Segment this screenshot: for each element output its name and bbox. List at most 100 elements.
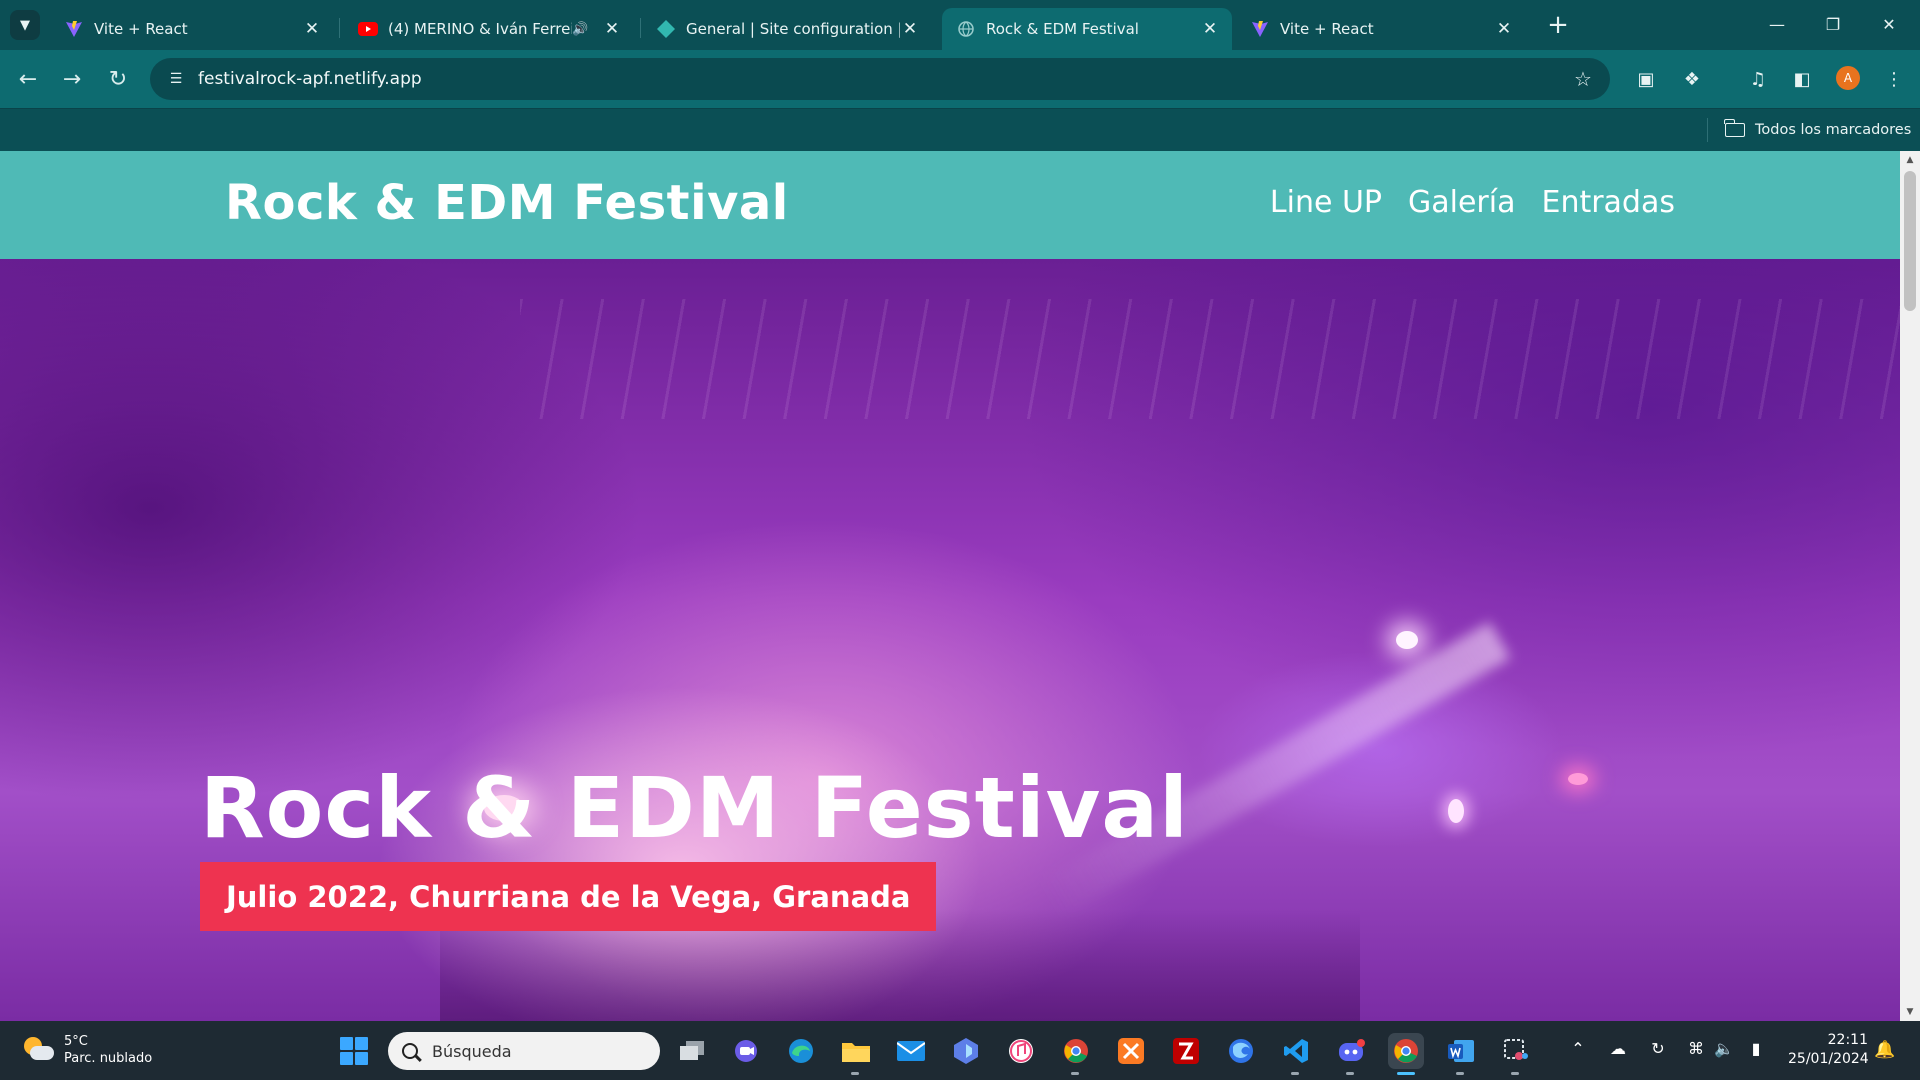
stage-truss xyxy=(520,299,1900,419)
back-button[interactable]: ← xyxy=(12,63,44,95)
running-indicator xyxy=(1291,1072,1299,1075)
extensions-icon[interactable]: ❖ xyxy=(1678,65,1706,93)
show-hidden-icons-chevron-icon[interactable]: ⌃ xyxy=(1566,1039,1590,1058)
firefox-developer-icon[interactable] xyxy=(1223,1033,1259,1069)
address-bar[interactable]: ☰ festivalrock-apf.netlify.app ☆ xyxy=(150,58,1610,100)
vite-icon xyxy=(64,19,84,39)
scroll-up-arrow-icon[interactable]: ▲ xyxy=(1900,151,1920,169)
folder-icon xyxy=(1724,119,1745,137)
file-explorer-icon[interactable] xyxy=(838,1033,874,1069)
partly-cloudy-icon xyxy=(22,1034,54,1066)
running-indicator xyxy=(1511,1072,1519,1075)
xampp-icon[interactable] xyxy=(1113,1033,1149,1069)
system-clock[interactable]: 22:11 25/01/2024 xyxy=(1788,1031,1869,1069)
tab-title: Vite + React xyxy=(1280,20,1374,38)
search-icon xyxy=(402,1043,418,1059)
onedrive-warning-icon[interactable]: ☁ xyxy=(1606,1039,1630,1058)
close-tab-icon[interactable]: ✕ xyxy=(1200,19,1220,39)
mail-icon[interactable] xyxy=(893,1033,929,1069)
close-tab-icon[interactable]: ✕ xyxy=(602,19,622,39)
notifications-bell-icon[interactable]: 🔔 xyxy=(1874,1040,1895,1060)
minimize-button[interactable]: — xyxy=(1754,8,1800,40)
reload-button[interactable]: ↻ xyxy=(102,63,134,95)
forward-button[interactable]: → xyxy=(56,63,88,95)
media-controls-icon[interactable]: ♫ xyxy=(1744,65,1772,93)
tab-youtube[interactable]: (4) MERINO & Iván Ferreiro 🔊 ✕ xyxy=(344,8,634,50)
nav-link-galeria[interactable]: Galería xyxy=(1408,185,1515,220)
taskbar-search[interactable]: Búsqueda xyxy=(388,1032,660,1070)
windows-start-icon[interactable] xyxy=(340,1037,368,1065)
tab-divider xyxy=(640,18,641,38)
clock-date: 25/01/2024 xyxy=(1788,1051,1869,1067)
close-tab-icon[interactable]: ✕ xyxy=(302,19,322,39)
new-tab-button[interactable]: + xyxy=(1543,10,1573,40)
all-bookmarks-button[interactable]: Todos los marcadores xyxy=(1724,115,1912,145)
nav-link-entradas[interactable]: Entradas xyxy=(1541,185,1675,220)
browser-tab-strip: ▼ Vite + React ✕ (4) MERINO & Iván Ferre… xyxy=(0,0,1920,50)
globe-icon xyxy=(956,19,976,39)
taskbar-search-placeholder: Búsqueda xyxy=(432,1041,512,1061)
snipping-tool-icon[interactable] xyxy=(1498,1033,1534,1069)
running-indicator xyxy=(1071,1072,1079,1075)
word-icon[interactable] xyxy=(1443,1033,1479,1069)
bookmarks-bar: Todos los marcadores xyxy=(0,108,1920,151)
side-panel-icon[interactable]: ◧ xyxy=(1788,65,1816,93)
bookmark-star-icon[interactable]: ☆ xyxy=(1568,67,1598,91)
tab-vite-react-1[interactable]: Vite + React ✕ xyxy=(50,8,334,50)
itunes-icon[interactable] xyxy=(1003,1033,1039,1069)
tab-title: Rock & EDM Festival xyxy=(986,20,1139,38)
weather-desc: Parc. nublado xyxy=(64,1051,153,1066)
chevron-down-icon: ▼ xyxy=(20,17,30,33)
tab-title: (4) MERINO & Iván Ferreiro xyxy=(388,20,572,38)
wifi-icon[interactable]: ⌘ xyxy=(1684,1039,1708,1058)
page-scrollbar[interactable]: ▲ ▼ xyxy=(1900,151,1920,1021)
tab-search-button[interactable]: ▼ xyxy=(10,10,40,40)
screenshot-extension-icon[interactable]: ▣ xyxy=(1632,65,1660,93)
windows-taskbar: 5°C Parc. nublado Búsqueda ⌃ ☁ ↻ ⌘ 🔈 ▮ 2… xyxy=(0,1021,1920,1080)
profile-avatar[interactable]: A xyxy=(1836,66,1860,90)
scrollbar-thumb[interactable] xyxy=(1904,171,1916,311)
chrome-profile-icon[interactable] xyxy=(1058,1033,1094,1069)
page-viewport: Rock & EDM Festival Line UP Galería Entr… xyxy=(0,151,1920,1021)
address-url[interactable]: festivalrock-apf.netlify.app xyxy=(198,69,1568,89)
browser-toolbar: ← → ↻ ☰ festivalrock-apf.netlify.app ☆ ▣… xyxy=(0,50,1920,108)
all-bookmarks-label: Todos los marcadores xyxy=(1755,122,1912,138)
tab-netlify[interactable]: General | Site configuration | fe ✕ xyxy=(642,8,932,50)
scroll-down-arrow-icon[interactable]: ▼ xyxy=(1900,1003,1920,1021)
nav-link-lineup[interactable]: Line UP xyxy=(1270,185,1382,220)
stage-light xyxy=(1448,799,1464,823)
edge-icon[interactable] xyxy=(783,1033,819,1069)
vite-icon xyxy=(1250,19,1270,39)
copilot-icon[interactable] xyxy=(948,1033,984,1069)
site-nav: Line UP Galería Entradas xyxy=(1270,185,1675,220)
discord-icon[interactable] xyxy=(1333,1033,1369,1069)
chrome-icon[interactable] xyxy=(1388,1033,1424,1069)
battery-icon[interactable]: ▮ xyxy=(1744,1039,1768,1058)
menu-icon[interactable]: ⋮ xyxy=(1880,65,1908,93)
vscode-icon[interactable] xyxy=(1278,1033,1314,1069)
running-indicator xyxy=(1456,1072,1464,1075)
teams-icon[interactable] xyxy=(728,1033,764,1069)
running-indicator xyxy=(851,1072,859,1075)
running-indicator xyxy=(1346,1072,1354,1075)
site-header: Rock & EDM Festival Line UP Galería Entr… xyxy=(0,151,1900,259)
weather-widget[interactable]: 5°C Parc. nublado xyxy=(22,1033,152,1067)
close-tab-icon[interactable]: ✕ xyxy=(1494,19,1514,39)
sync-icon[interactable]: ↻ xyxy=(1646,1039,1670,1058)
site-logo[interactable]: Rock & EDM Festival xyxy=(225,175,789,231)
hero-title: Rock & EDM Festival xyxy=(200,759,1189,857)
restore-button[interactable]: ❐ xyxy=(1810,8,1856,40)
weather-temp: 5°C xyxy=(64,1034,88,1049)
speaker-icon[interactable]: 🔊 xyxy=(572,22,592,37)
tab-rock-edm-festival[interactable]: Rock & EDM Festival ✕ xyxy=(942,8,1232,50)
volume-icon[interactable]: 🔈 xyxy=(1712,1039,1736,1058)
stage-light xyxy=(1396,631,1418,649)
close-window-button[interactable]: ✕ xyxy=(1866,8,1912,40)
site-settings-icon[interactable]: ☰ xyxy=(162,71,190,87)
filezilla-icon[interactable] xyxy=(1168,1033,1204,1069)
youtube-icon xyxy=(358,19,378,39)
tab-vite-react-2[interactable]: Vite + React ✕ xyxy=(1236,8,1526,50)
task-view-icon[interactable] xyxy=(674,1033,710,1069)
tab-divider xyxy=(339,18,340,38)
close-tab-icon[interactable]: ✕ xyxy=(900,19,920,39)
